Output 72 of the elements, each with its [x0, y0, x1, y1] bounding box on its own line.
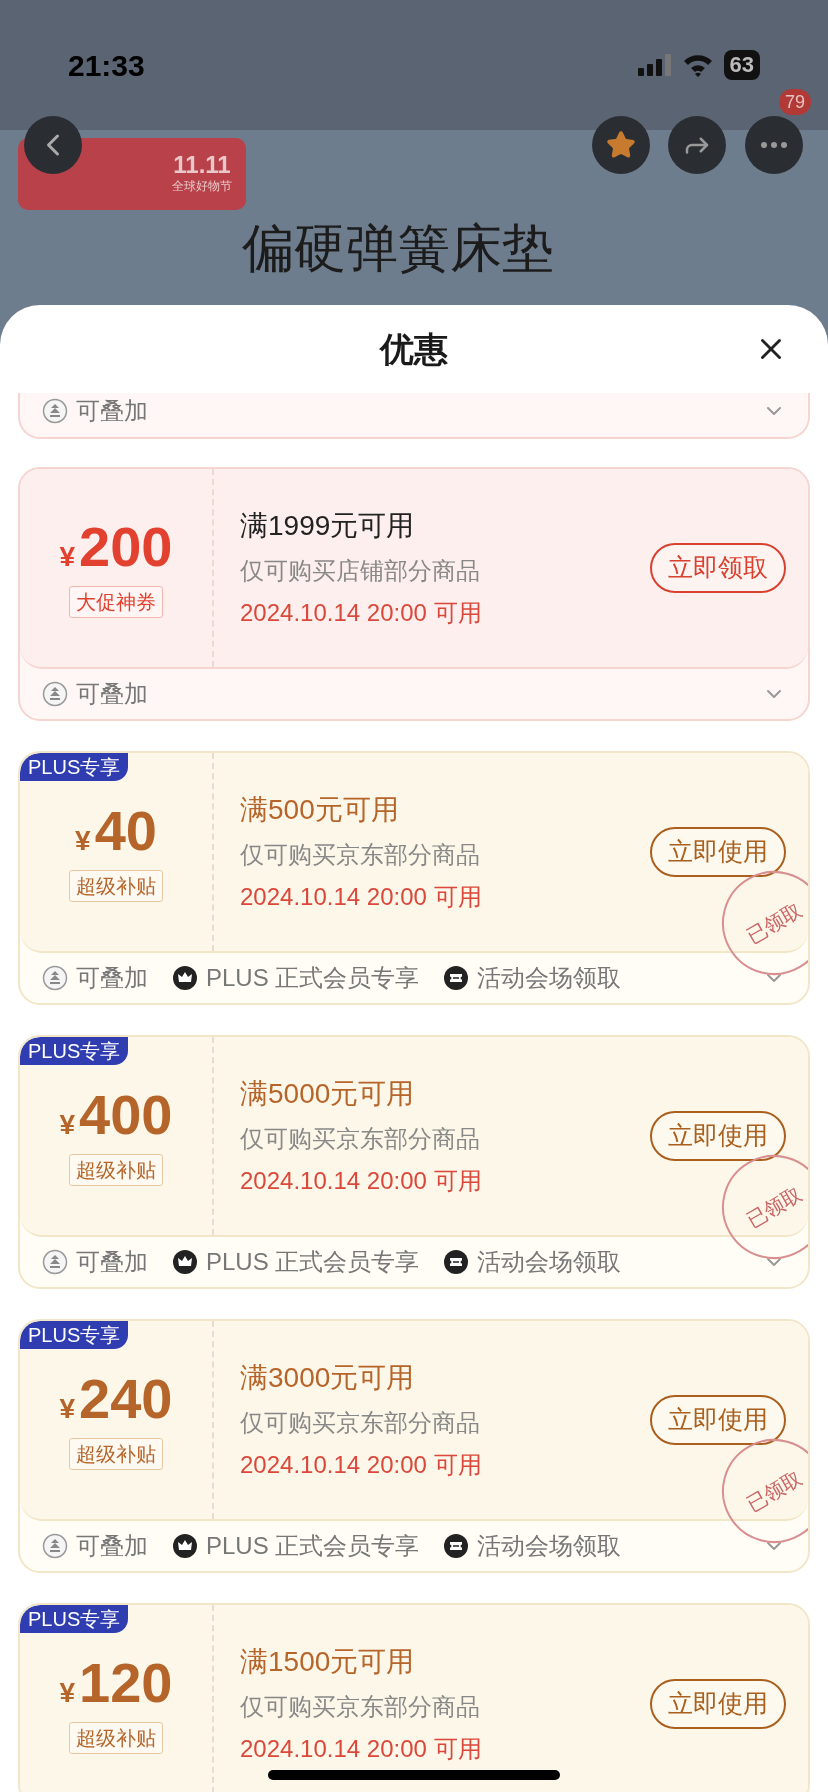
- coupon-tag: 可叠加: [76, 393, 148, 429]
- coupon-tag: 可叠加: [76, 1244, 148, 1280]
- crown-icon: [172, 1249, 198, 1275]
- ticket-icon: [443, 1533, 470, 1559]
- coupon-tag: PLUS 正式会员专享: [206, 1528, 420, 1564]
- ticket-icon: [443, 1249, 470, 1275]
- plus-badge: PLUS专享: [20, 753, 129, 781]
- coupon-condition: 满1999元可用: [240, 509, 416, 543]
- coupon-tag: 活动会场领取: [477, 1244, 622, 1280]
- coupon-scope: 仅可购买店铺部分商品: [240, 556, 481, 586]
- coupon-action-button[interactable]: 立即领取: [650, 543, 786, 593]
- battery-indicator: 63: [723, 50, 760, 80]
- plus-badge: PLUS专享: [20, 1605, 129, 1633]
- coupon-time: 2024.10.14 20:00 可用: [240, 1166, 483, 1196]
- stack-icon: [42, 1249, 68, 1275]
- coupon-scope: 仅可购买京东部分商品: [240, 1408, 481, 1438]
- stack-icon: [42, 681, 68, 707]
- coupon-tag: 活动会场领取: [477, 960, 622, 996]
- logo-mark: 11.11: [173, 153, 231, 177]
- coupon-condition: 满3000元可用: [240, 1361, 416, 1395]
- coupon-tag: 可叠加: [76, 676, 148, 712]
- coupon-label: 超级补贴: [69, 1437, 163, 1470]
- coupon-tag: 可叠加: [76, 960, 148, 996]
- coupon-scope: 仅可购买京东部分商品: [240, 1124, 481, 1154]
- coupon-label: 超级补贴: [69, 1153, 163, 1186]
- coupon-time: 2024.10.14 20:00 可用: [240, 1734, 483, 1764]
- coupon-tag: PLUS 正式会员专享: [206, 1244, 420, 1280]
- favorite-button[interactable]: [592, 116, 650, 174]
- currency-symbol: ¥: [59, 1107, 76, 1142]
- coupon-condition: 满500元可用: [240, 793, 400, 827]
- crown-icon: [172, 1533, 198, 1559]
- coupon-time: 2024.10.14 20:00 可用: [240, 882, 483, 912]
- coupon-scope: 仅可购买京东部分商品: [240, 1692, 481, 1722]
- coupon-amount: 40: [94, 802, 157, 859]
- currency-symbol: ¥: [59, 1391, 76, 1426]
- coupon-amount: 200: [79, 518, 173, 575]
- product-heading: 偏硬弹簧床垫: [242, 222, 554, 274]
- status-time: 21:33: [68, 47, 145, 84]
- coupon-amount: 240: [79, 1370, 173, 1427]
- coupon-amount: 400: [79, 1086, 173, 1143]
- coupon-label: 超级补贴: [69, 869, 163, 902]
- currency-symbol: ¥: [59, 539, 76, 574]
- coupon-tag: 可叠加: [76, 1528, 148, 1564]
- coupon-action-button[interactable]: 立即使用: [650, 1111, 786, 1161]
- coupon-label: 超级补贴: [69, 1721, 163, 1754]
- sheet-title: 优惠: [380, 328, 448, 370]
- star-icon: [606, 130, 636, 160]
- ticket-icon: [443, 965, 470, 991]
- currency-symbol: ¥: [59, 1675, 76, 1710]
- crown-icon: [172, 965, 198, 991]
- coupon-time: 2024.10.14 20:00 可用: [240, 598, 483, 628]
- coupon-action-button[interactable]: 立即使用: [650, 1395, 786, 1445]
- coupon-tag: 活动会场领取: [477, 1528, 622, 1564]
- stack-icon: [42, 965, 68, 991]
- share-button[interactable]: [668, 116, 726, 174]
- coupon-condition: 满1500元可用: [240, 1645, 416, 1679]
- stack-icon: [42, 1533, 68, 1559]
- currency-symbol: ¥: [75, 823, 91, 858]
- coupon-amount: 120: [79, 1654, 173, 1711]
- plus-badge: PLUS专享: [20, 1037, 129, 1065]
- coupon-time: 2024.10.14 20:00 可用: [240, 1450, 483, 1480]
- coupon-scope: 仅可购买京东部分商品: [240, 840, 481, 870]
- coupon-action-button[interactable]: 立即使用: [650, 827, 786, 877]
- more-icon: [761, 142, 787, 148]
- coupon-tag: PLUS 正式会员专享: [206, 960, 420, 996]
- signal-icon: [637, 54, 672, 76]
- coupon-action-button[interactable]: 立即使用: [650, 1679, 786, 1729]
- plus-badge: PLUS专享: [20, 1321, 129, 1349]
- coupon-condition: 满5000元可用: [240, 1077, 416, 1111]
- coupon-label: 大促神券: [69, 585, 163, 618]
- logo-caption: 全球好物节: [172, 178, 232, 195]
- stack-icon: [42, 398, 68, 424]
